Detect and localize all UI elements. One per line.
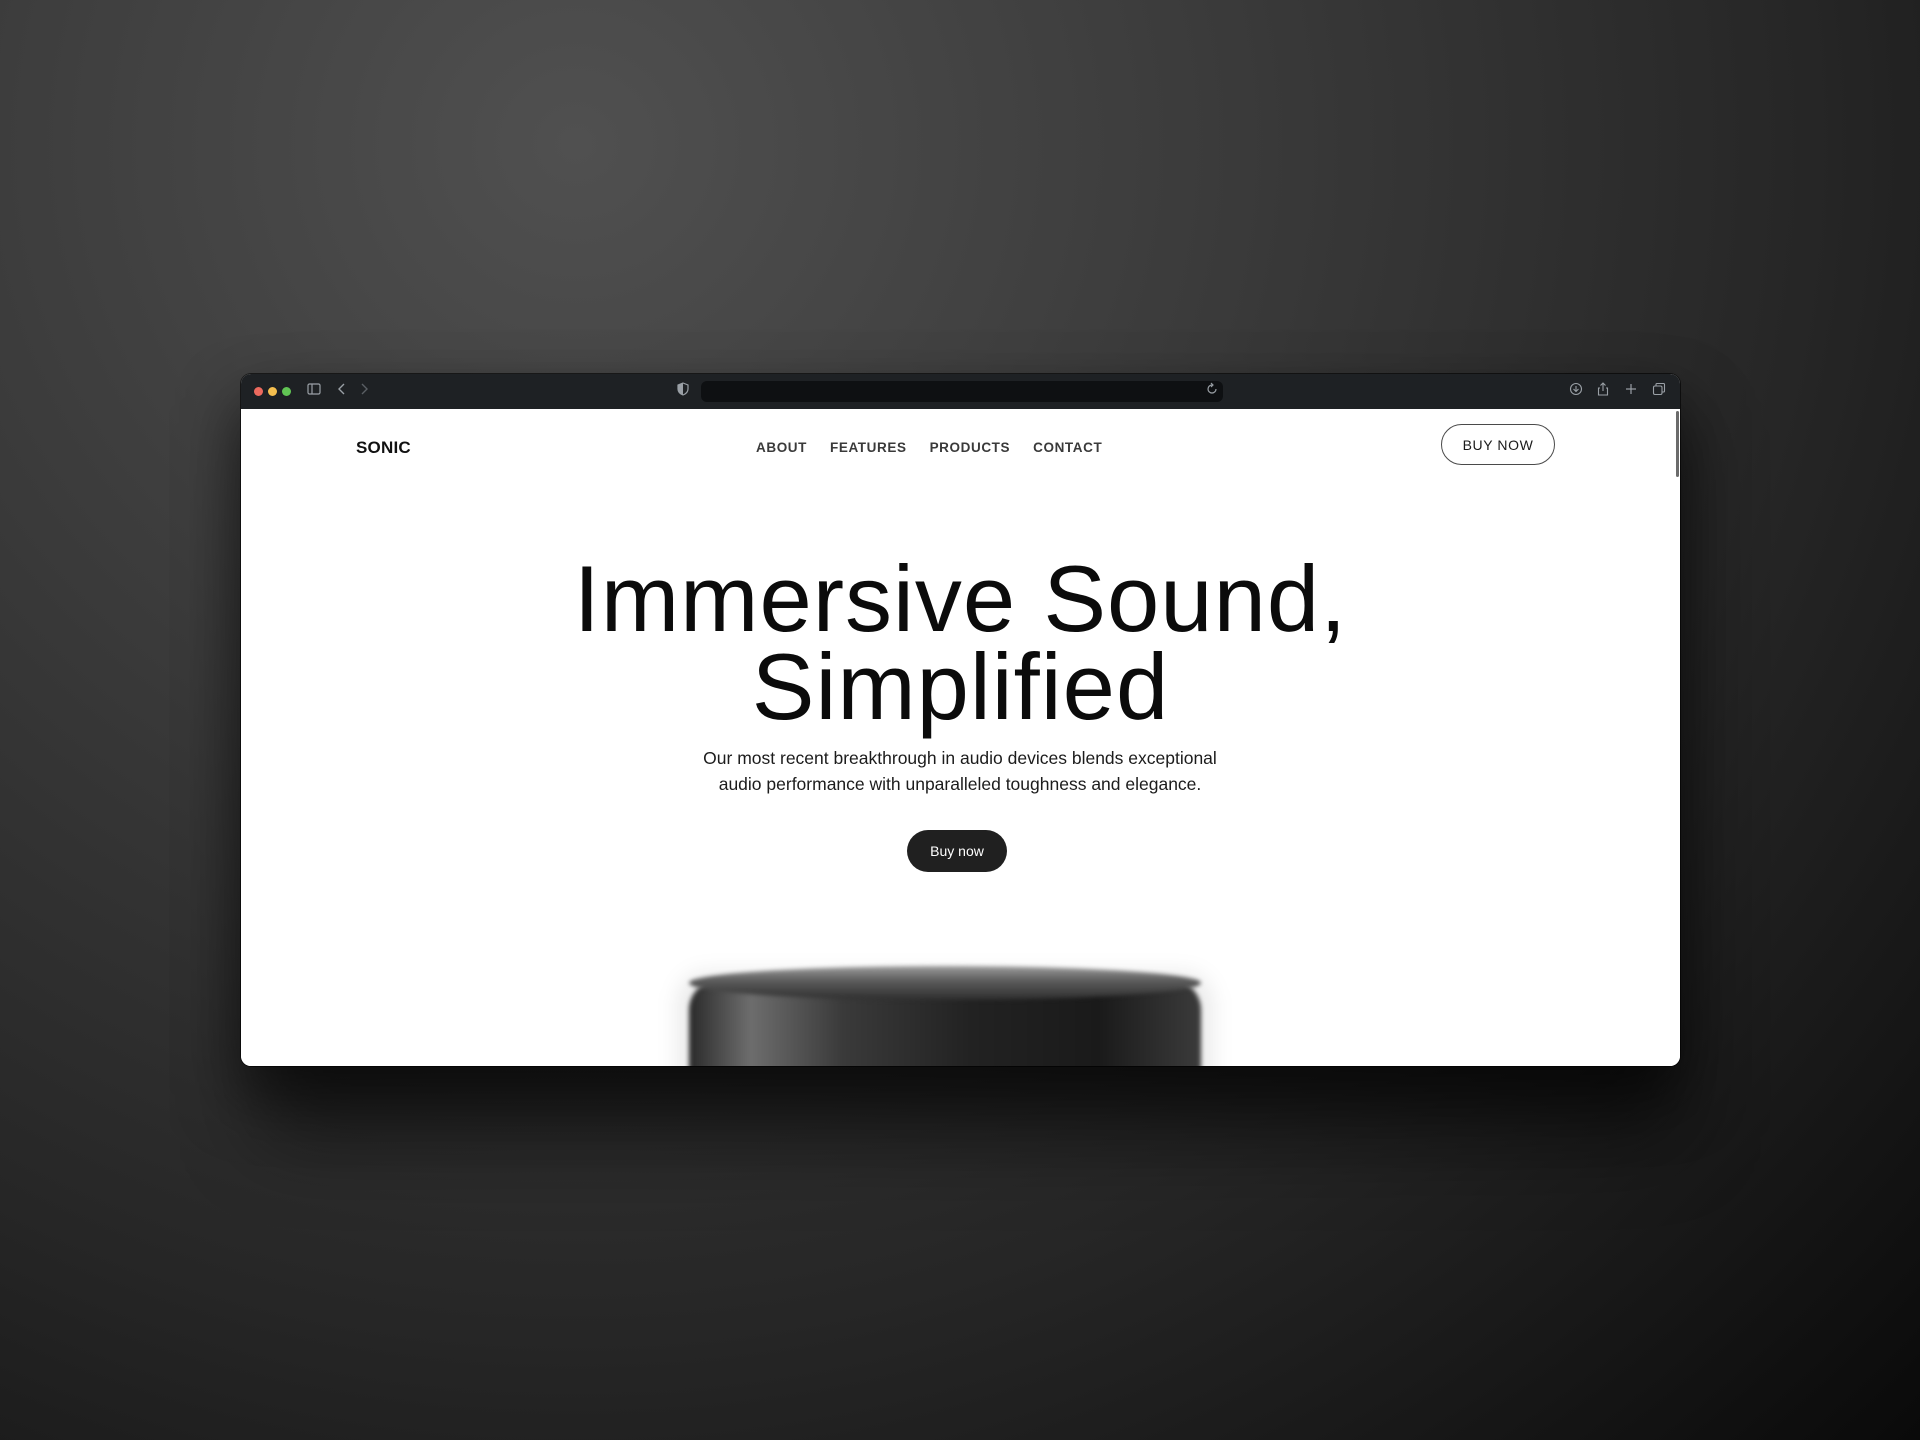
hero-subtitle: Our most recent breakthrough in audio de… [660, 745, 1260, 797]
browser-toolbar [241, 374, 1680, 410]
zoom-window-button[interactable] [282, 387, 291, 396]
nav-link-contact[interactable]: CONTACT [1033, 440, 1102, 455]
hero-title-line-2: Simplified [751, 634, 1170, 739]
web-page: SONIC ABOUT FEATURES PRODUCTS CONTACT BU… [241, 409, 1680, 1066]
plus-icon[interactable] [1625, 382, 1637, 396]
address-bar[interactable] [701, 381, 1223, 402]
close-window-button[interactable] [254, 387, 263, 396]
hero-subtitle-line-2: audio performance with unparalleled toug… [718, 774, 1202, 794]
forward-icon[interactable] [359, 382, 369, 396]
browser-window: SONIC ABOUT FEATURES PRODUCTS CONTACT BU… [241, 374, 1680, 1066]
scrollbar[interactable] [1676, 411, 1679, 477]
sidebar-icon[interactable] [307, 382, 321, 396]
reload-icon[interactable] [1206, 382, 1218, 396]
shield-icon[interactable] [677, 382, 689, 396]
nav-link-features[interactable]: FEATURES [830, 440, 907, 455]
back-icon[interactable] [337, 382, 347, 396]
hero-buy-now-button[interactable]: Buy now [907, 830, 1007, 872]
share-icon[interactable] [1597, 382, 1609, 396]
hero-title: Immersive Sound, Simplified [241, 552, 1680, 734]
tabs-icon[interactable] [1652, 382, 1666, 396]
hero-subtitle-line-1: Our most recent breakthrough in audio de… [703, 748, 1217, 768]
minimize-window-button[interactable] [268, 387, 277, 396]
main-nav: ABOUT FEATURES PRODUCTS CONTACT [756, 440, 1102, 455]
nav-link-about[interactable]: ABOUT [756, 440, 807, 455]
download-icon[interactable] [1569, 382, 1583, 396]
site-logo[interactable]: SONIC [356, 438, 411, 458]
speaker-product-image [677, 966, 1213, 1066]
header-buy-now-button[interactable]: BUY NOW [1441, 424, 1555, 465]
nav-link-products[interactable]: PRODUCTS [930, 440, 1011, 455]
